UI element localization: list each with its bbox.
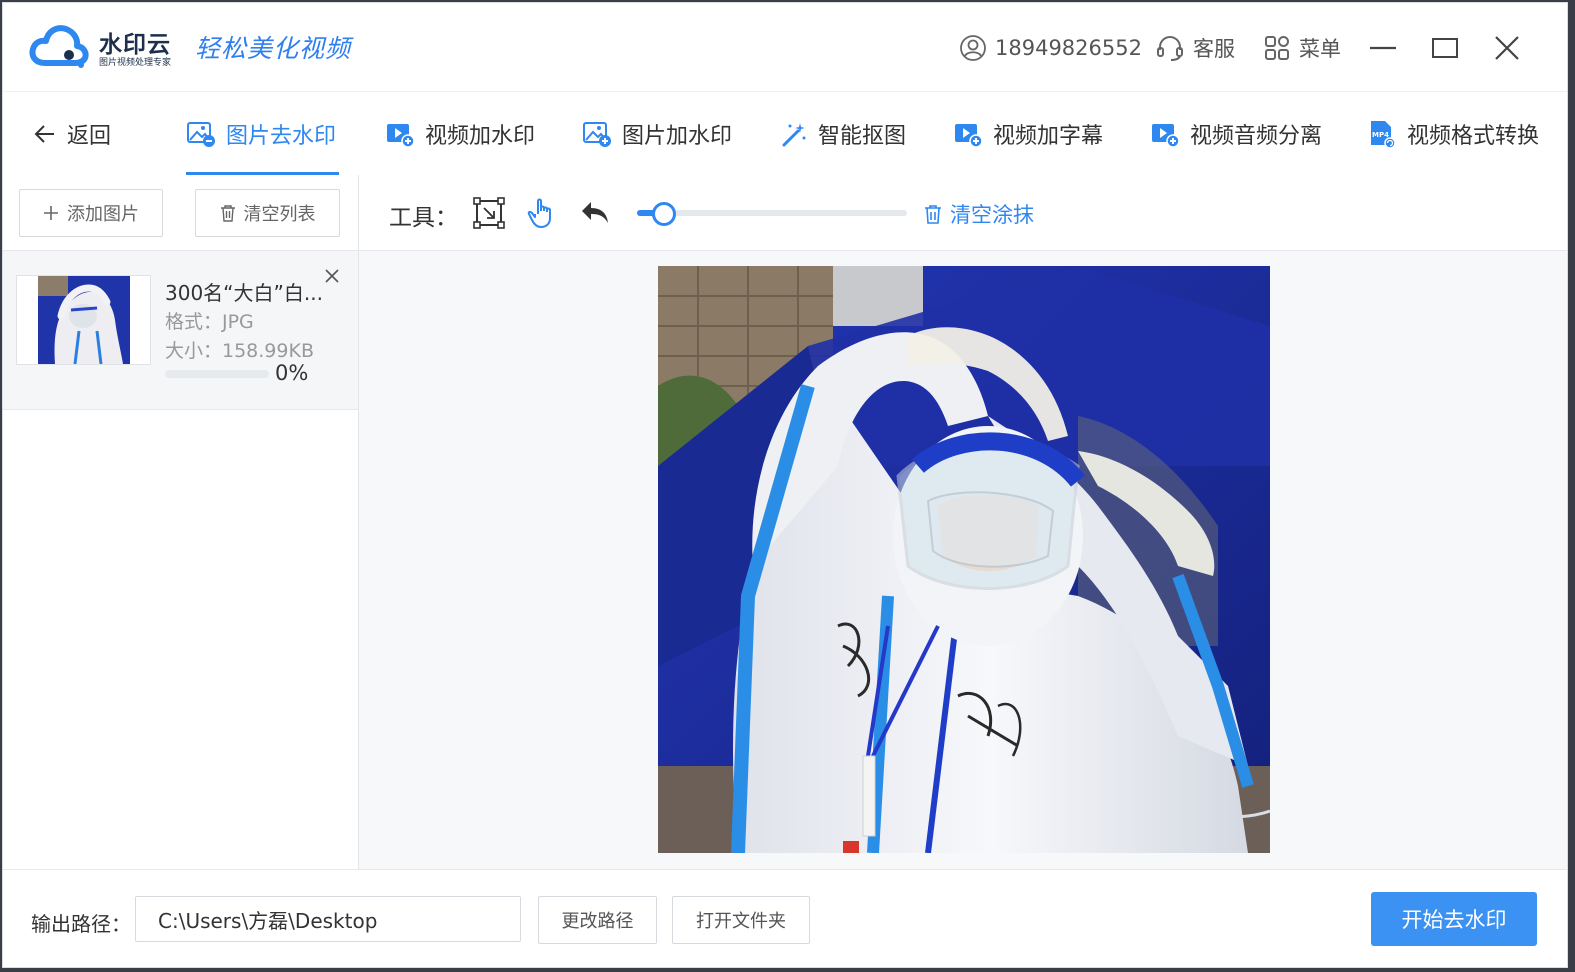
- preview-canvas: [359, 251, 1567, 869]
- thumbnail-image: [17, 276, 150, 365]
- clear-list-label: 清空列表: [243, 204, 316, 225]
- mp4-convert-icon: MP4: [1371, 121, 1396, 149]
- tab-video-subtitle[interactable]: 视频加字幕: [953, 116, 1103, 152]
- rect-select-tool[interactable]: [471, 195, 507, 231]
- grid-menu-icon: [1265, 36, 1289, 60]
- title-bar: 水印云 图片视频处理专家 轻松美化视频 18949826552 客服 菜单: [3, 3, 1567, 91]
- feature-nav: 返回 图片去水印 视频加水印 图片加水印 智能抠图 视频加字幕 视频音频分离 M…: [3, 91, 1567, 177]
- video-add-icon: [387, 124, 415, 148]
- headset-icon: [1157, 35, 1183, 61]
- clear-list-button[interactable]: 清空列表: [195, 189, 340, 237]
- back-button[interactable]: 返回: [33, 118, 111, 150]
- account-button[interactable]: 18949826552: [959, 33, 1142, 63]
- tab-video-format-convert[interactable]: MP4 视频格式转换: [1367, 116, 1539, 152]
- tab-video-add-watermark[interactable]: 视频加水印: [385, 116, 535, 152]
- file-list-panel: 添加图片 清空列表 300名“大白”白... 格式：JPG 大小：158.99K…: [3, 175, 359, 869]
- user-icon: [960, 35, 986, 61]
- change-path-button[interactable]: 更改路径: [538, 896, 657, 944]
- clear-smear-button[interactable]: 清空涂抹: [924, 199, 1034, 229]
- file-format: 格式：JPG: [165, 311, 254, 333]
- undo-icon: [582, 202, 608, 223]
- progress-bar: [165, 370, 269, 378]
- tab-label: 视频加字幕: [993, 124, 1104, 149]
- brush-size-track[interactable]: [637, 210, 907, 216]
- back-label: 返回: [67, 124, 112, 149]
- account-number: 18949826552: [995, 36, 1142, 60]
- remove-file-icon[interactable]: [323, 267, 341, 285]
- cloud-logo-icon: [29, 25, 89, 68]
- add-image-label: 添加图片: [67, 204, 139, 225]
- maximize-button[interactable]: [1425, 29, 1465, 67]
- file-size: 大小：158.99KB: [165, 340, 314, 362]
- tool-bar: 工具： 清空涂抹: [359, 175, 1567, 251]
- support-label: 客服: [1193, 37, 1235, 61]
- output-path-field[interactable]: [135, 896, 521, 942]
- file-name: 300名“大白”白...: [165, 281, 323, 305]
- brush-tool[interactable]: [524, 195, 560, 231]
- video-audio-split-icon: [1152, 124, 1180, 148]
- image-remove-icon: [187, 122, 215, 147]
- tab-smart-cutout[interactable]: 智能抠图: [780, 116, 906, 152]
- clear-smear-label: 清空涂抹: [950, 203, 1034, 227]
- tab-label: 智能抠图: [818, 124, 907, 149]
- maximize-icon: [1432, 38, 1458, 58]
- open-folder-button[interactable]: 打开文件夹: [672, 896, 810, 944]
- trash-icon: [220, 205, 235, 222]
- tab-image-add-watermark[interactable]: 图片加水印: [582, 116, 732, 152]
- start-remove-watermark-button[interactable]: 开始去水印: [1371, 892, 1537, 946]
- progress-text: 0%: [275, 361, 309, 385]
- magic-wand-icon: [782, 123, 806, 147]
- support-button[interactable]: 客服: [1155, 33, 1235, 63]
- tools-label: 工具：: [389, 205, 458, 231]
- undo-button[interactable]: [577, 195, 613, 231]
- minimize-button[interactable]: [1363, 29, 1403, 67]
- slogan: 轻松美化视频: [195, 34, 352, 63]
- trash-icon: [925, 205, 941, 224]
- image-add-icon: [583, 122, 611, 147]
- hand-pointer-icon: [527, 198, 551, 228]
- close-icon: [1495, 36, 1519, 60]
- menu-label: 菜单: [1299, 37, 1341, 61]
- tab-label: 图片加水印: [622, 124, 733, 149]
- tab-label: 视频格式转换: [1407, 124, 1540, 149]
- tab-label: 视频音频分离: [1190, 124, 1323, 149]
- brand-name: 水印云: [99, 32, 171, 58]
- brand-subtitle: 图片视频处理专家: [99, 58, 172, 68]
- brush-size-handle[interactable]: [652, 202, 676, 226]
- tab-label: 视频加水印: [425, 124, 536, 149]
- file-thumbnail: [16, 275, 151, 365]
- tab-video-audio-split[interactable]: 视频音频分离: [1150, 116, 1322, 152]
- minimize-icon: [1370, 46, 1396, 50]
- tab-label: 图片去水印: [226, 124, 337, 149]
- rect-select-icon: [473, 197, 505, 229]
- photo-illustration: [658, 266, 1270, 853]
- app-window: 水印云 图片视频处理专家 轻松美化视频 18949826552 客服 菜单 返回…: [2, 2, 1568, 968]
- add-image-button[interactable]: 添加图片: [19, 189, 163, 237]
- preview-image[interactable]: [658, 266, 1270, 853]
- close-button[interactable]: [1487, 29, 1527, 67]
- menu-button[interactable]: 菜单: [1263, 33, 1341, 63]
- tab-image-remove-watermark[interactable]: 图片去水印: [186, 116, 336, 152]
- video-subtitle-icon: [955, 124, 983, 148]
- footer-bar: 输出路径： 更改路径 打开文件夹 开始去水印: [3, 869, 1567, 967]
- output-path-label: 输出路径：: [31, 912, 131, 936]
- plus-icon: [44, 206, 58, 220]
- svg-text:MP4: MP4: [1372, 131, 1389, 139]
- file-list-item[interactable]: 300名“大白”白... 格式：JPG 大小：158.99KB 0%: [3, 251, 358, 410]
- arrow-left-icon: [34, 125, 54, 143]
